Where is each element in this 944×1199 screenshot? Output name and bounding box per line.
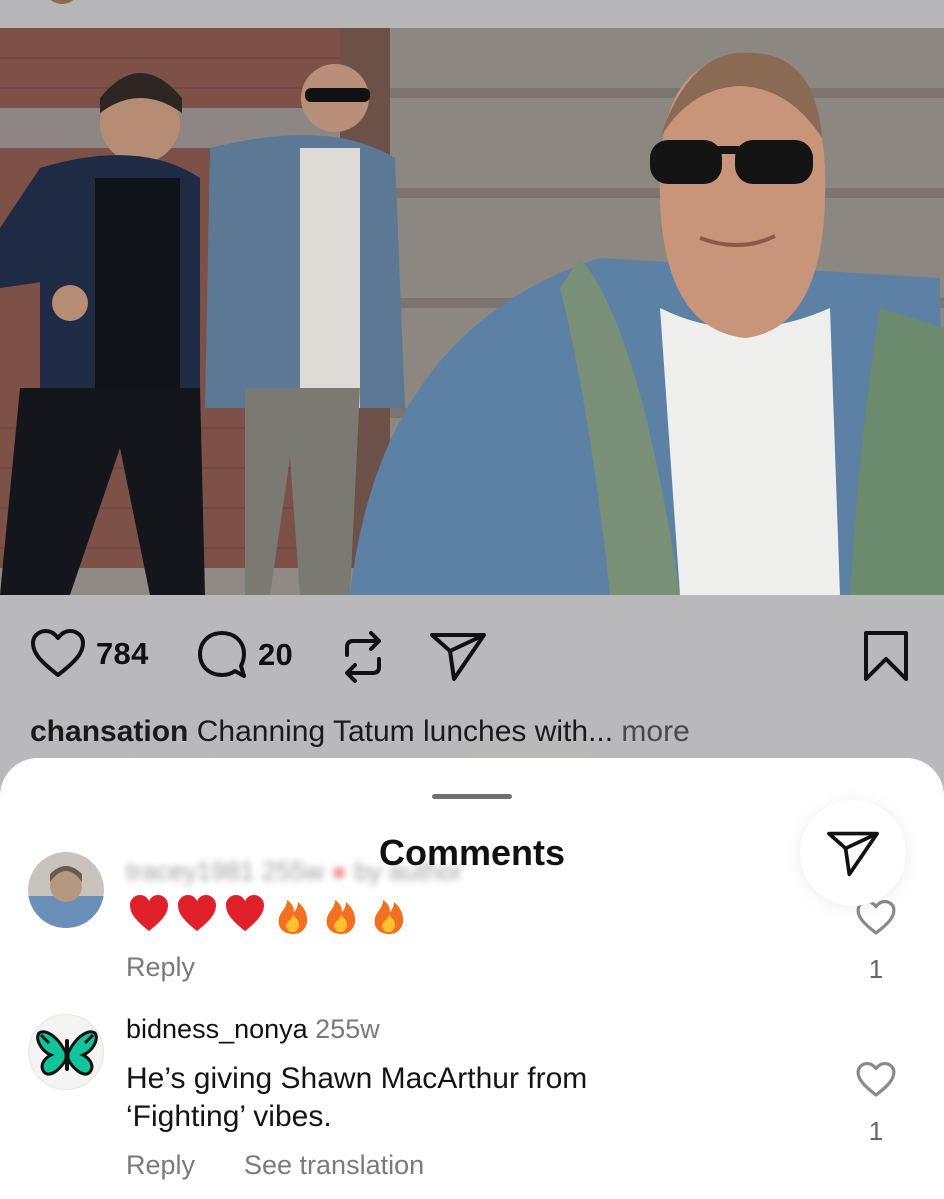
red-heart-icon	[226, 895, 264, 931]
fire-icon	[278, 900, 308, 934]
red-heart-icon	[130, 895, 168, 931]
comment-time: 255w	[315, 1014, 380, 1044]
post-action-row: 784 20	[0, 595, 944, 715]
post-author-avatar[interactable]	[44, 0, 80, 4]
comment-count[interactable]: 20	[258, 637, 293, 673]
comment-text-line: He’s giving Shawn MacArthur from	[126, 1062, 588, 1095]
comment-action[interactable]: 20	[196, 629, 293, 681]
comment-like-count: 1	[868, 1116, 884, 1146]
reply-button[interactable]: Reply	[126, 952, 195, 983]
comment-like[interactable]: 1	[856, 900, 896, 985]
like-count[interactable]: 784	[96, 636, 149, 672]
butterfly-icon	[36, 1030, 98, 1076]
bookmark-icon[interactable]	[862, 629, 910, 683]
caption-more-link[interactable]: more	[621, 715, 689, 748]
share-action[interactable]	[428, 629, 488, 683]
paper-plane-icon[interactable]	[428, 629, 488, 683]
comment-meta: bidness_nonya 255w	[126, 1014, 380, 1045]
comment-text-line: ‘Fighting’ vibes.	[126, 1100, 332, 1133]
fire-icon	[374, 900, 404, 934]
repost-action[interactable]	[338, 629, 388, 685]
post-caption: chansation Channing Tatum lunches with..…	[30, 715, 690, 749]
see-translation-link[interactable]: See translation	[244, 1150, 424, 1181]
heart-outline-icon[interactable]	[856, 1062, 896, 1098]
comment-body: He’s giving Shawn MacArthur from ‘Fighti…	[126, 1060, 746, 1136]
repost-icon[interactable]	[338, 629, 388, 685]
comment-like[interactable]: 1	[856, 1062, 896, 1147]
paper-plane-icon	[827, 831, 879, 877]
post-header-remnant	[0, 0, 944, 28]
red-heart-icon	[178, 895, 216, 931]
speech-bubble-icon[interactable]	[196, 629, 248, 681]
heart-outline-icon[interactable]	[30, 629, 86, 679]
post-photo[interactable]	[0, 28, 944, 595]
comment-like-count: 1	[868, 954, 884, 984]
caption-text: Channing Tatum lunches with...	[196, 715, 614, 748]
comment-body	[128, 894, 410, 936]
comments-sheet: Comments tracey1981 255w ● by author Rep…	[0, 758, 944, 1199]
reply-button[interactable]: Reply	[126, 1150, 195, 1181]
heart-outline-icon[interactable]	[856, 900, 896, 936]
caption-username[interactable]: chansation	[30, 715, 188, 748]
like-action[interactable]: 784	[30, 629, 149, 679]
share-button[interactable]	[800, 800, 906, 906]
comment-username[interactable]: bidness_nonya	[126, 1014, 308, 1044]
save-action[interactable]	[862, 629, 910, 683]
sheet-grabber[interactable]	[432, 794, 512, 799]
avatar[interactable]	[28, 1014, 104, 1090]
fire-icon	[326, 900, 356, 934]
